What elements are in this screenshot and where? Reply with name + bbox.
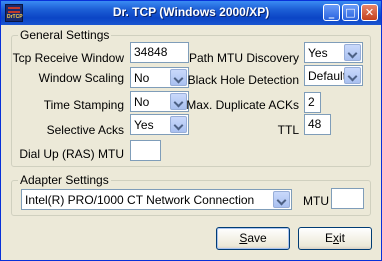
- chevron-down-icon[interactable]: [273, 191, 290, 208]
- close-icon: ✕: [364, 6, 375, 19]
- save-button[interactable]: Save: [216, 227, 290, 250]
- max-duplicate-acks-label: Max. Duplicate ACKs: [186, 98, 299, 112]
- adapter-mtu-label: MTU: [303, 194, 329, 208]
- tcp-receive-window-input[interactable]: 34848: [130, 42, 189, 63]
- exit-button[interactable]: Exit: [298, 227, 372, 250]
- black-hole-detection-label: Black Hole Detection: [187, 73, 299, 87]
- time-stamping-value: No: [134, 95, 150, 109]
- window-scaling-select[interactable]: No: [130, 67, 189, 88]
- time-stamping-select[interactable]: No: [130, 91, 189, 112]
- ttl-input[interactable]: 48: [304, 114, 331, 135]
- tcp-receive-window-label: Tcp Receive Window: [12, 51, 124, 65]
- window-scaling-value: No: [134, 71, 150, 85]
- adapter-mtu-input[interactable]: [331, 188, 364, 209]
- max-duplicate-acks-input[interactable]: 2: [304, 92, 321, 113]
- exit-button-label-start: E: [324, 231, 333, 245]
- chevron-down-icon[interactable]: [344, 44, 361, 61]
- exit-button-label-rest: it: [339, 231, 345, 245]
- adapter-selected-value: Intel(R) PRO/1000 CT Network Connection: [25, 193, 255, 207]
- general-settings-title: General Settings: [18, 28, 112, 42]
- selective-acks-value: Yes: [134, 118, 154, 132]
- adapter-select[interactable]: Intel(R) PRO/1000 CT Network Connection: [21, 189, 292, 210]
- chevron-down-icon[interactable]: [344, 67, 361, 84]
- close-button[interactable]: ✕: [361, 4, 378, 21]
- minimize-icon: _: [328, 6, 335, 19]
- selective-acks-label: Selective Acks: [46, 123, 124, 137]
- save-button-label-rest: ave: [247, 231, 267, 245]
- dial-up-mtu-label: Dial Up (RAS) MTU: [19, 147, 124, 161]
- ttl-label: TTL: [277, 123, 299, 137]
- path-mtu-discovery-label: Path MTU Discovery: [188, 51, 299, 65]
- path-mtu-discovery-value: Yes: [308, 46, 328, 60]
- adapter-settings-title: Adapter Settings: [18, 173, 111, 187]
- black-hole-detection-value: Default: [308, 69, 347, 83]
- title-bar[interactable]: DrTCP Dr. TCP (Windows 2000/XP) _ □ ✕: [1, 1, 381, 25]
- dial-up-mtu-input[interactable]: [130, 140, 161, 161]
- chevron-down-icon[interactable]: [170, 69, 187, 86]
- black-hole-detection-select[interactable]: Default: [304, 65, 363, 86]
- time-stamping-label: Time Stamping: [43, 98, 124, 112]
- chevron-down-icon[interactable]: [170, 93, 187, 110]
- maximize-button[interactable]: □: [342, 4, 359, 21]
- maximize-icon: □: [345, 6, 356, 19]
- chevron-down-icon[interactable]: [170, 116, 187, 133]
- minimize-button[interactable]: _: [323, 4, 340, 21]
- selective-acks-select[interactable]: Yes: [130, 114, 189, 135]
- window-scaling-label: Window Scaling: [38, 71, 124, 85]
- path-mtu-discovery-select[interactable]: Yes: [304, 42, 363, 63]
- drtcp-window: DrTCP Dr. TCP (Windows 2000/XP) _ □ ✕ Ge…: [0, 0, 382, 261]
